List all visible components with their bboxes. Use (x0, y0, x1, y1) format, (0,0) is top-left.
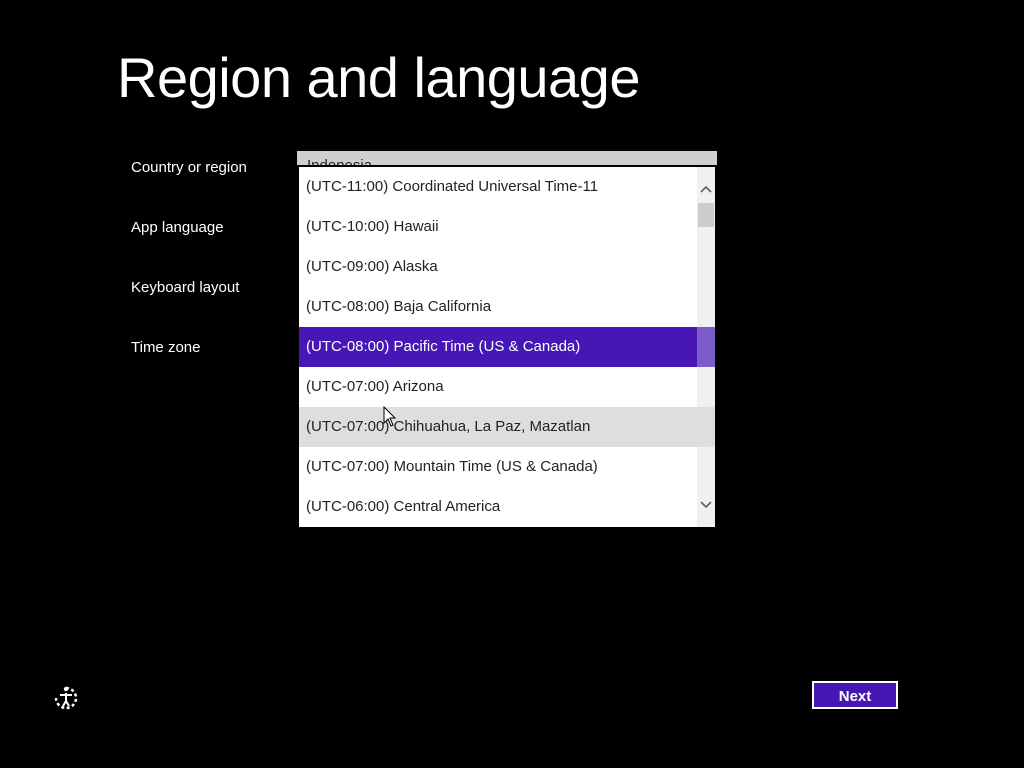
time-zone-option[interactable]: (UTC-07:00) Mountain Time (US & Canada) (299, 447, 715, 487)
time-zone-option[interactable]: (UTC-09:00) Alaska (299, 247, 715, 287)
keyboard-layout-label: Keyboard layout (131, 279, 240, 296)
app-language-label: App language (131, 219, 224, 236)
time-zone-option[interactable]: (UTC-07:00) Arizona (299, 367, 715, 407)
mouse-pointer-icon (383, 406, 397, 427)
country-label: Country or region (131, 159, 247, 176)
time-zone-option[interactable]: (UTC-10:00) Hawaii (299, 207, 715, 247)
chevron-up-icon[interactable] (697, 179, 715, 199)
country-select[interactable]: Indonesia (297, 151, 717, 165)
chevron-down-icon[interactable] (697, 495, 715, 515)
time-zone-option[interactable]: (UTC-11:00) Coordinated Universal Time-1… (299, 167, 715, 207)
time-zone-label: Time zone (131, 339, 201, 356)
time-zone-option-selected[interactable]: (UTC-08:00) Pacific Time (US & Canada) (299, 327, 715, 367)
dropdown-scrollbar[interactable] (697, 167, 715, 527)
time-zone-dropdown[interactable]: (UTC-11:00) Coordinated Universal Time-1… (299, 167, 715, 527)
scrollbar-thumb[interactable] (698, 203, 714, 227)
next-button[interactable]: Next (812, 681, 898, 709)
time-zone-option-hovered[interactable]: (UTC-07:00) Chihuahua, La Paz, Mazatlan (299, 407, 715, 447)
scrollbar-selected-highlight (697, 327, 715, 367)
region-language-page: Region and language Country or region Ap… (0, 0, 1024, 768)
page-title: Region and language (117, 46, 640, 109)
time-zone-option[interactable]: (UTC-08:00) Baja California (299, 287, 715, 327)
scrollbar-hover-highlight (697, 407, 715, 447)
country-select-value: Indonesia (297, 151, 717, 165)
ease-of-access-icon[interactable] (52, 684, 80, 712)
time-zone-options: (UTC-11:00) Coordinated Universal Time-1… (299, 167, 715, 527)
time-zone-option[interactable]: (UTC-06:00) Central America (299, 487, 715, 527)
